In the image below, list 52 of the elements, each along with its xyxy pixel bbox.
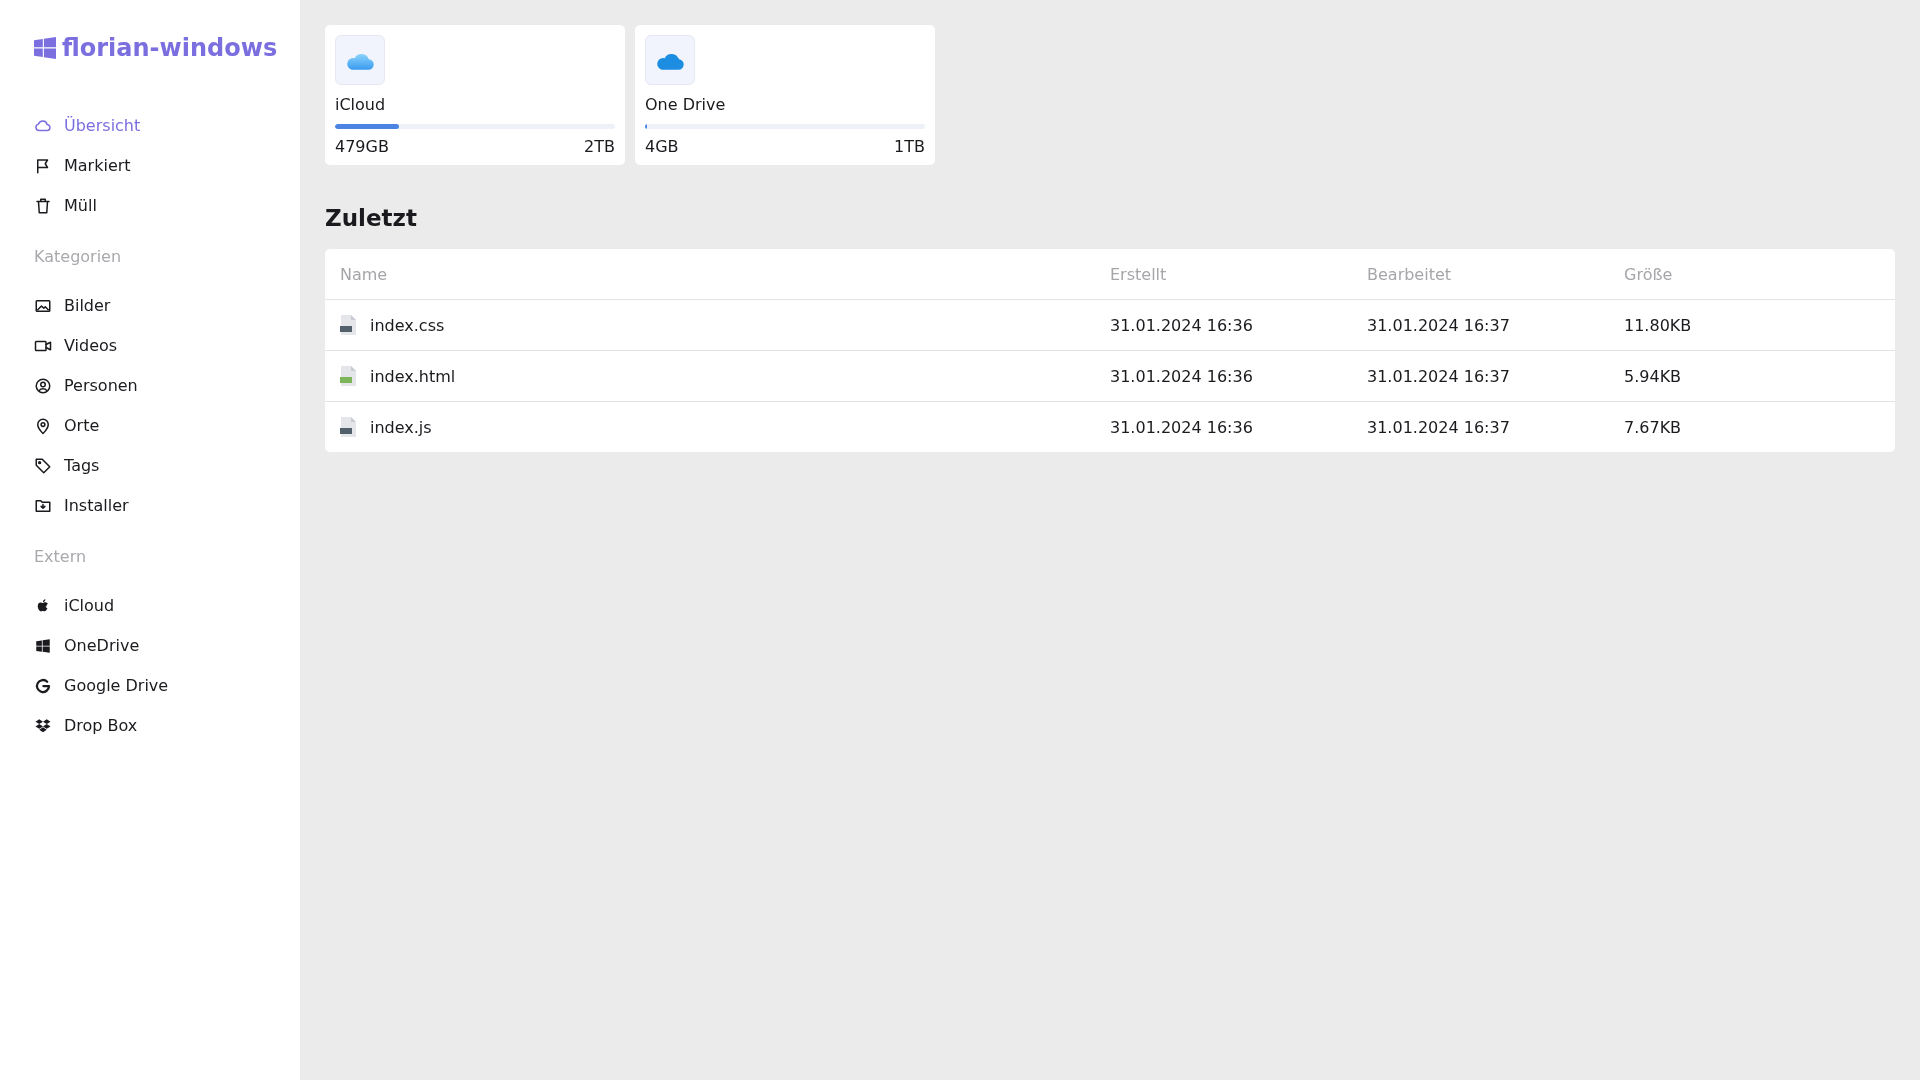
storage-name: iCloud xyxy=(335,95,387,114)
sidebar-item[interactable]: Müll xyxy=(34,192,97,219)
table-cell-text: 7.67KB xyxy=(1624,417,1683,437)
file-name[interactable]: index.js xyxy=(370,417,432,437)
sidebar-item[interactable]: OneDrive xyxy=(34,632,140,659)
sidebar-item[interactable]: Installer xyxy=(34,492,129,519)
file-icon xyxy=(340,417,356,437)
sidebar-item[interactable]: Videos xyxy=(34,332,118,359)
storage-name: One Drive xyxy=(645,95,727,114)
table-cell-text: 31.01.2024 16:36 xyxy=(1110,315,1254,335)
table-cell-text: 11.80KB xyxy=(1624,315,1693,335)
trash-icon xyxy=(34,196,52,215)
windows-logo-icon xyxy=(34,37,56,59)
table-cell-text: 31.01.2024 16:37 xyxy=(1367,315,1511,335)
sidebar-item[interactable]: Orte xyxy=(34,412,100,439)
person-icon xyxy=(34,376,52,395)
section-heading: Extern xyxy=(34,547,88,566)
google-g-icon xyxy=(34,676,52,695)
file-icon xyxy=(340,315,356,335)
column-header: Name xyxy=(340,264,389,284)
table-cell-text: 31.01.2024 16:37 xyxy=(1367,417,1511,437)
total-storage: 2TB xyxy=(584,137,615,156)
table-cell-text: 31.01.2024 16:37 xyxy=(1367,366,1511,386)
sidebar-item[interactable]: Tags xyxy=(34,452,100,479)
file-name[interactable]: index.html xyxy=(370,366,456,386)
sidebar-item[interactable]: Markiert xyxy=(34,152,131,179)
used-storage: 479GB xyxy=(335,137,389,156)
used-storage: 4GB xyxy=(645,137,679,156)
table-cell-text: 31.01.2024 16:36 xyxy=(1110,417,1254,437)
map-pin-icon xyxy=(34,416,52,435)
table-cell-text: 5.94KB xyxy=(1624,366,1683,386)
column-header: Bearbeitet xyxy=(1367,264,1453,284)
storage-card[interactable]: One Drive 4GB 1TB xyxy=(635,25,935,165)
file-name[interactable]: index.css xyxy=(370,315,445,335)
sidebar-item[interactable]: iCloud xyxy=(34,592,115,619)
storage-card[interactable]: iCloud 479GB 2TB xyxy=(325,25,625,165)
column-header: Erstellt xyxy=(1110,264,1168,284)
sidebar-item[interactable]: Übersicht xyxy=(34,112,141,139)
app-title: florian-windows xyxy=(62,34,278,62)
windows-logo-icon xyxy=(34,636,52,655)
dropbox-icon xyxy=(34,716,52,735)
column-header: Größe xyxy=(1624,264,1674,284)
section-heading: Kategorien xyxy=(34,247,123,266)
tag-icon xyxy=(34,456,52,475)
section-title: Zuletzt xyxy=(325,205,418,231)
sidebar-item[interactable]: Personen xyxy=(34,372,138,399)
sidebar-item[interactable]: Google Drive xyxy=(34,672,169,699)
sidebar-item[interactable]: Bilder xyxy=(34,292,111,319)
total-storage: 1TB xyxy=(894,137,925,156)
sidebar-item[interactable]: Drop Box xyxy=(34,712,138,739)
file-icon xyxy=(340,366,356,386)
table-cell-text: 31.01.2024 16:36 xyxy=(1110,366,1254,386)
